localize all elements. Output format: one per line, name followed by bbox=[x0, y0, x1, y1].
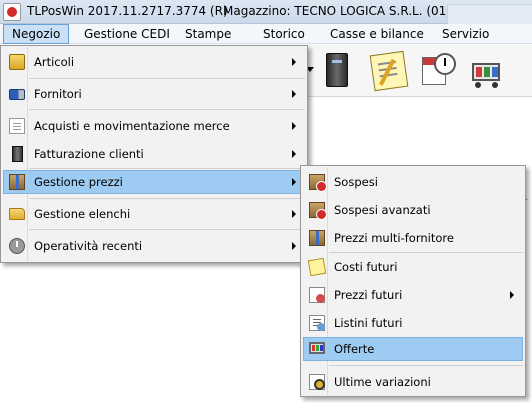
menu-item-label: Offerte bbox=[334, 342, 375, 356]
menu-item-label: Articoli bbox=[34, 55, 75, 69]
submenu-arrow-icon bbox=[292, 242, 296, 250]
server-icon bbox=[12, 146, 23, 162]
price-tag-icon bbox=[309, 287, 325, 303]
notepad-icon[interactable] bbox=[369, 50, 409, 92]
menu-servizio[interactable]: Servizio bbox=[434, 24, 497, 44]
submenu-arrow-icon bbox=[292, 178, 296, 186]
menu-item-label: Prezzi futuri bbox=[334, 288, 403, 302]
shopping-cart-icon[interactable] bbox=[470, 53, 504, 89]
menu-item-label: Gestione prezzi bbox=[34, 175, 123, 189]
menu-item-fornitori[interactable]: Fornitori bbox=[3, 82, 305, 106]
menu-separator bbox=[329, 252, 523, 253]
menu-item-label: Gestione elenchi bbox=[34, 207, 131, 221]
menu-separator bbox=[329, 365, 523, 366]
submenu-arrow-icon bbox=[292, 210, 296, 218]
menu-item-label: Costi futuri bbox=[334, 260, 398, 274]
clock-icon bbox=[434, 53, 456, 75]
recent-activity-icon bbox=[9, 238, 25, 254]
submenu-arrow-icon bbox=[292, 58, 296, 66]
submenu-item-sospesi[interactable]: Sospesi bbox=[303, 170, 523, 194]
menu-item-label: Ultime variazioni bbox=[334, 375, 431, 389]
submenu-item-prezzi-multi-fornitore[interactable]: Prezzi multi-fornitore bbox=[303, 226, 523, 250]
calendar-clock-icon[interactable] bbox=[422, 53, 456, 89]
menu-item-label: Prezzi multi-fornitore bbox=[334, 231, 454, 245]
suspended-advanced-icon bbox=[309, 202, 327, 220]
offers-cart-icon bbox=[309, 342, 325, 354]
menu-item-label: Listini futuri bbox=[334, 316, 403, 330]
menu-item-fatturazione-clienti[interactable]: Fatturazione clienti bbox=[3, 142, 305, 166]
menu-separator bbox=[29, 168, 305, 169]
menu-item-label: Fornitori bbox=[34, 87, 82, 101]
submenu-item-listini-futuri[interactable]: Listini futuri bbox=[303, 311, 523, 335]
submenu-item-sospesi-avanzati[interactable]: Sospesi avanzati bbox=[303, 198, 523, 222]
submenu-arrow-icon bbox=[292, 90, 296, 98]
warehouse-label: Magazzino: TECNO LOGICA S.R.L. (01) bbox=[223, 4, 451, 18]
menu-separator bbox=[29, 78, 305, 79]
submenu-arrow-icon bbox=[292, 122, 296, 130]
menu-bar: Negozio Gestione CEDI Stampe Storico Cas… bbox=[0, 24, 532, 44]
multi-supplier-icon bbox=[309, 230, 325, 246]
title-bar: TLPosWin 2017.11.2717.3774 (R) Magazzino… bbox=[0, 0, 532, 24]
gestione-prezzi-submenu: Sospesi Sospesi avanzati Prezzi multi-fo… bbox=[300, 165, 526, 397]
submenu-arrow-icon bbox=[292, 150, 296, 158]
folder-icon bbox=[9, 208, 25, 220]
menu-item-label: Fatturazione clienti bbox=[34, 147, 144, 161]
box-icon bbox=[9, 54, 25, 70]
toolbar bbox=[300, 45, 532, 97]
menu-storico[interactable]: Storico bbox=[255, 24, 313, 44]
menu-item-articoli[interactable]: Articoli bbox=[3, 50, 305, 74]
menu-item-acquisti[interactable]: Acquisti e movimentazione merce bbox=[3, 114, 305, 138]
app-logo-icon bbox=[3, 3, 21, 21]
menu-item-gestione-prezzi[interactable]: Gestione prezzi bbox=[3, 170, 305, 194]
background-window-tab bbox=[447, 4, 532, 24]
menu-separator bbox=[29, 198, 305, 199]
submenu-item-costi-futuri[interactable]: Costi futuri bbox=[303, 255, 523, 279]
truck-icon bbox=[9, 89, 25, 100]
negozio-menu: Articoli Fornitori Acquisti e movimentaz… bbox=[0, 45, 308, 263]
menu-item-label: Operatività recenti bbox=[34, 239, 143, 253]
price-list-icon bbox=[309, 315, 325, 331]
server-icon[interactable] bbox=[326, 53, 348, 87]
submenu-item-prezzi-futuri[interactable]: Prezzi futuri bbox=[303, 283, 523, 307]
note-icon bbox=[307, 257, 327, 277]
menu-item-label: Sospesi avanzati bbox=[334, 203, 431, 217]
document-icon bbox=[9, 118, 25, 134]
menu-gestione-cedi[interactable]: Gestione CEDI bbox=[76, 24, 178, 44]
menu-separator bbox=[29, 229, 305, 230]
magnifier-icon bbox=[309, 374, 325, 390]
menu-separator bbox=[29, 109, 305, 110]
menu-item-operativita-recenti[interactable]: Operatività recenti bbox=[3, 234, 305, 258]
menu-casse-e-bilance[interactable]: Casse e bilance bbox=[322, 24, 432, 44]
menu-item-gestione-elenchi[interactable]: Gestione elenchi bbox=[3, 202, 305, 226]
price-package-icon bbox=[9, 174, 25, 190]
window-title: TLPosWin 2017.11.2717.3774 (R) bbox=[27, 4, 228, 18]
menu-negozio[interactable]: Negozio bbox=[3, 24, 70, 44]
submenu-arrow-icon bbox=[510, 291, 514, 299]
menu-stampe[interactable]: Stampe bbox=[177, 24, 239, 44]
submenu-item-offerte[interactable]: Offerte bbox=[303, 337, 523, 361]
suspended-icon bbox=[309, 174, 327, 192]
submenu-item-ultime-variazioni[interactable]: Ultime variazioni bbox=[303, 370, 523, 394]
menu-item-label: Sospesi bbox=[334, 175, 378, 189]
menu-item-label: Acquisti e movimentazione merce bbox=[34, 119, 230, 133]
